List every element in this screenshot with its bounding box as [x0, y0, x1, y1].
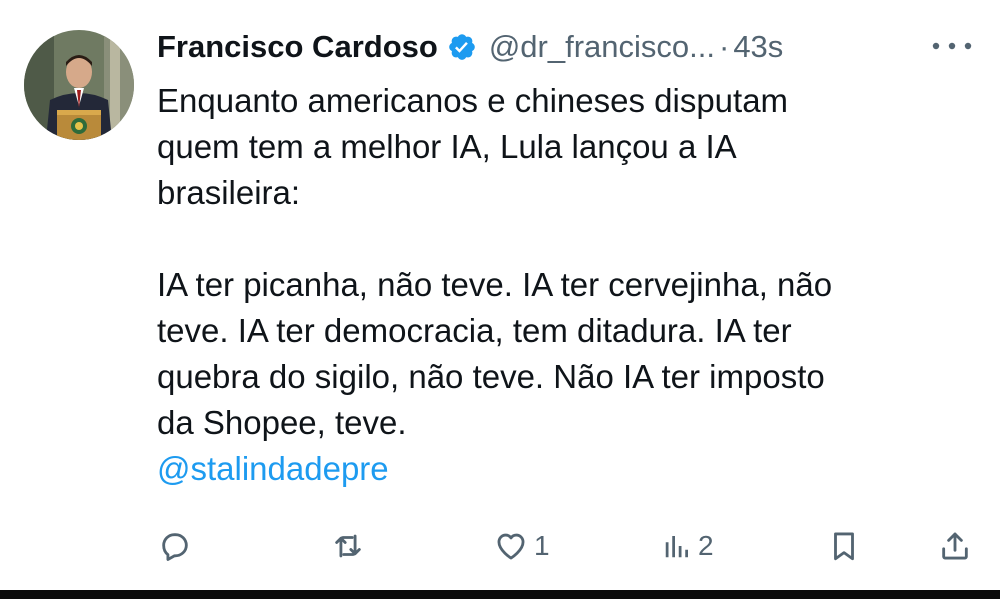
- heart-icon: [494, 529, 528, 563]
- tweet-actions: 1 2: [0, 524, 1000, 568]
- avatar-photo-icon: [24, 30, 134, 140]
- separator-dot: ·: [718, 29, 730, 64]
- retweet-icon: [330, 529, 366, 563]
- like-count: 1: [534, 530, 550, 561]
- author-handle[interactable]: @dr_francisco...: [489, 29, 715, 65]
- bookmark-icon: [827, 529, 861, 563]
- more-options-button[interactable]: [928, 34, 976, 58]
- tweet-text: Enquanto americanos e chineses disputam …: [157, 78, 977, 492]
- reply-icon: [158, 529, 192, 563]
- tweet-paragraph-2: IA ter picanha, não teve. IA ter cerveji…: [157, 266, 833, 441]
- tweet-timestamp[interactable]: 43s: [733, 29, 783, 65]
- views-icon: [662, 531, 692, 561]
- views-count: 2: [698, 530, 714, 561]
- views-button[interactable]: 2: [662, 524, 714, 568]
- tweet-card: Francisco Cardoso @dr_francisco... · 43s…: [0, 0, 1000, 590]
- retweet-button[interactable]: [330, 524, 366, 568]
- reply-button[interactable]: [158, 524, 192, 568]
- like-button[interactable]: 1: [494, 524, 550, 568]
- tweet-header: Francisco Cardoso @dr_francisco... · 43s: [157, 22, 783, 72]
- share-button[interactable]: [938, 524, 972, 568]
- more-dots-icon: [932, 42, 972, 50]
- verified-badge-icon: [447, 32, 477, 62]
- bottom-edge-bar: [0, 590, 1000, 599]
- author-display-name[interactable]: Francisco Cardoso: [157, 29, 438, 65]
- share-icon: [938, 529, 972, 563]
- mention-link[interactable]: @stalindadepre: [157, 450, 389, 487]
- tweet-paragraph-1: Enquanto americanos e chineses disputam …: [157, 82, 789, 211]
- avatar[interactable]: [24, 30, 134, 140]
- bookmark-button[interactable]: [827, 524, 861, 568]
